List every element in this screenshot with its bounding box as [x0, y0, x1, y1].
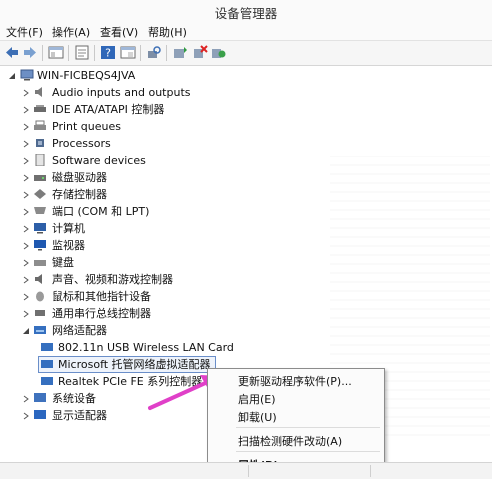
menu-separator [236, 427, 380, 428]
scan-hardware-menu-item[interactable]: 扫描检测硬件改动(A) [238, 433, 342, 449]
status-divider [248, 465, 249, 477]
menu-separator [236, 451, 380, 452]
status-divider [370, 465, 371, 477]
uninstall-menu-item[interactable]: 卸载(U) [238, 409, 277, 425]
update-driver-menu-item[interactable]: 更新驱动程序软件(P)... [238, 373, 352, 389]
enable-menu-item[interactable]: 启用(E) [238, 391, 276, 407]
status-bar [0, 462, 492, 479]
context-menu: 更新驱动程序软件(P)... 启用(E) 卸载(U) 扫描检测硬件改动(A) 属… [207, 368, 385, 476]
